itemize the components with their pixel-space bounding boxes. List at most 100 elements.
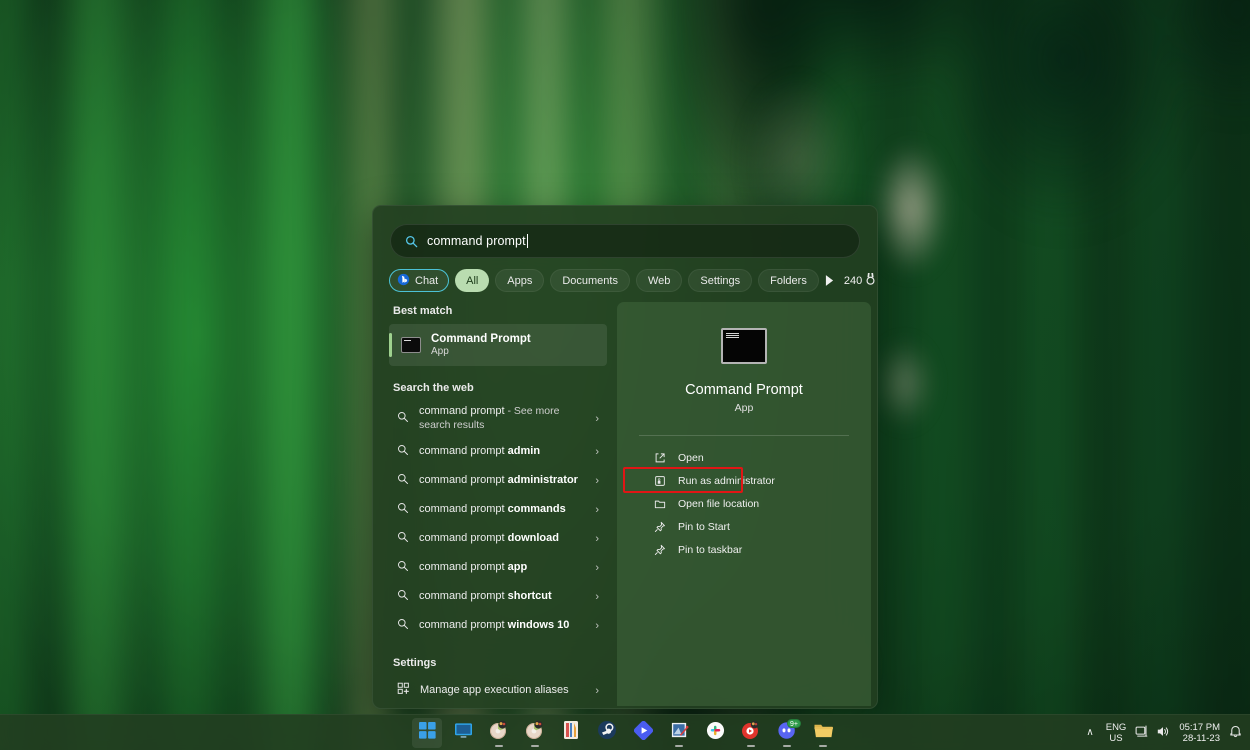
taskbar-app-1[interactable]	[484, 718, 514, 748]
taskbar-snipping-tool[interactable]	[664, 718, 694, 748]
slack-icon	[706, 721, 725, 745]
chip-chat[interactable]: Chat	[389, 269, 449, 292]
web-result-row[interactable]: command prompt shortcut ›	[389, 582, 607, 611]
action-run-as-administrator-label: Run as administrator	[678, 475, 775, 487]
settings-result-label: Manage app execution aliases	[420, 684, 585, 698]
taskbar-slack[interactable]	[700, 718, 730, 748]
taskbar-app-2[interactable]	[520, 718, 550, 748]
notification-bell-icon[interactable]	[1229, 724, 1242, 741]
chip-documents-label: Documents	[562, 275, 618, 287]
discord-badge: 9+	[787, 719, 801, 728]
chip-apps-label: Apps	[507, 275, 532, 287]
file-explorer-icon	[813, 721, 834, 745]
web-result-row[interactable]: command prompt commands ›	[389, 495, 607, 524]
search-box-container: command prompt	[373, 206, 877, 258]
web-result-label: command prompt app	[419, 561, 585, 575]
search-icon	[397, 472, 409, 490]
search-icon	[397, 559, 409, 577]
rewards-medal-icon	[865, 273, 876, 288]
rewards-points-value: 240	[844, 275, 862, 287]
start-button[interactable]	[412, 718, 442, 748]
chevron-right-icon: ›	[595, 533, 599, 545]
chevron-right-icon: ›	[595, 475, 599, 487]
taskbar-steam[interactable]	[592, 718, 622, 748]
taskbar-youtube-music[interactable]	[736, 718, 766, 748]
web-result-label: command prompt shortcut	[419, 590, 585, 604]
play-arrow-icon[interactable]	[825, 275, 834, 286]
search-input[interactable]: command prompt	[390, 224, 860, 258]
chip-web-label: Web	[648, 275, 670, 287]
web-result-label: command prompt admin	[419, 445, 585, 459]
show-hidden-icons-button[interactable]: ∧	[1083, 727, 1096, 738]
rewards-points[interactable]: 240	[844, 273, 876, 288]
search-input-value: command prompt	[427, 234, 528, 248]
chip-all[interactable]: All	[455, 269, 489, 292]
action-run-as-administrator[interactable]: Run as administrator	[631, 469, 857, 492]
running-indicator	[675, 745, 683, 747]
web-result-row[interactable]: command prompt - See more search results…	[389, 401, 607, 437]
taskbar-discord[interactable]: 9+	[772, 718, 802, 748]
desktop: command prompt Chat All Apps	[0, 0, 1250, 750]
settings-result-row[interactable]: Manage app execution aliases ›	[389, 676, 607, 705]
search-icon	[397, 617, 409, 635]
quick-settings-button[interactable]	[1135, 725, 1170, 741]
chip-folders[interactable]: Folders	[758, 269, 819, 292]
language-line-2: US	[1106, 733, 1127, 744]
web-result-row[interactable]: command prompt administrator ›	[389, 466, 607, 495]
taskbar: 9+ ∧ ENG US	[0, 714, 1250, 750]
clock-date: 28-11-23	[1179, 733, 1220, 744]
chevron-right-icon: ›	[595, 685, 599, 697]
music-app-icon	[741, 720, 761, 745]
section-title-best-match: Best match	[389, 302, 609, 324]
system-tray: ∧ ENG US	[1083, 722, 1242, 744]
language-indicator[interactable]: ENG US	[1106, 722, 1127, 744]
taskbar-media-player[interactable]	[628, 718, 658, 748]
web-result-row[interactable]: command prompt download ›	[389, 524, 607, 553]
search-icon	[397, 530, 409, 548]
web-result-row[interactable]: command prompt app ›	[389, 553, 607, 582]
preview-actions: Open Run as administrator	[617, 436, 871, 561]
search-icon	[397, 501, 409, 519]
web-result-label: command prompt - See more search results	[419, 405, 585, 433]
web-result-row[interactable]: command prompt admin ›	[389, 437, 607, 466]
preview-title: Command Prompt	[617, 382, 871, 398]
preview-header: Command Prompt App	[617, 302, 871, 414]
steam-icon	[597, 720, 617, 745]
action-pin-to-taskbar[interactable]: Pin to taskbar	[631, 538, 857, 561]
open-external-icon	[653, 452, 666, 464]
chip-web[interactable]: Web	[636, 269, 682, 292]
chip-all-label: All	[466, 275, 478, 287]
chevron-right-icon: ›	[595, 446, 599, 458]
chip-documents[interactable]: Documents	[550, 269, 630, 292]
app-preview-pane: Command Prompt App Open	[617, 302, 871, 706]
action-pin-to-taskbar-label: Pin to taskbar	[678, 544, 742, 556]
chevron-right-icon: ›	[595, 413, 599, 425]
running-indicator	[531, 745, 539, 747]
web-result-row[interactable]: command prompt windows 10 ›	[389, 611, 607, 640]
taskbar-items: 9+	[412, 718, 838, 748]
action-open[interactable]: Open	[631, 446, 857, 469]
action-open-file-location[interactable]: Open file location	[631, 492, 857, 515]
taskbar-app-3[interactable]	[556, 718, 586, 748]
web-result-label: command prompt commands	[419, 503, 585, 517]
text-caret	[527, 234, 528, 248]
clock[interactable]: 05:17 PM 28-11-23	[1179, 722, 1220, 744]
taskbar-file-explorer[interactable]	[808, 718, 838, 748]
chevron-right-icon: ›	[595, 620, 599, 632]
volume-icon	[1156, 725, 1170, 741]
chip-settings[interactable]: Settings	[688, 269, 752, 292]
task-view-button[interactable]	[448, 718, 478, 748]
running-indicator	[495, 745, 503, 747]
running-indicator	[747, 745, 755, 747]
section-title-search-the-web: Search the web	[389, 366, 609, 401]
chevron-right-icon: ›	[595, 504, 599, 516]
chip-apps[interactable]: Apps	[495, 269, 544, 292]
action-pin-to-start[interactable]: Pin to Start	[631, 515, 857, 538]
search-icon	[397, 443, 409, 461]
chip-settings-label: Settings	[700, 275, 740, 287]
search-icon	[397, 410, 409, 428]
disc-app-icon	[525, 720, 545, 745]
web-result-label: command prompt download	[419, 532, 585, 546]
best-match-result[interactable]: Command Prompt App	[389, 324, 607, 366]
app-settings-icon	[397, 682, 410, 700]
